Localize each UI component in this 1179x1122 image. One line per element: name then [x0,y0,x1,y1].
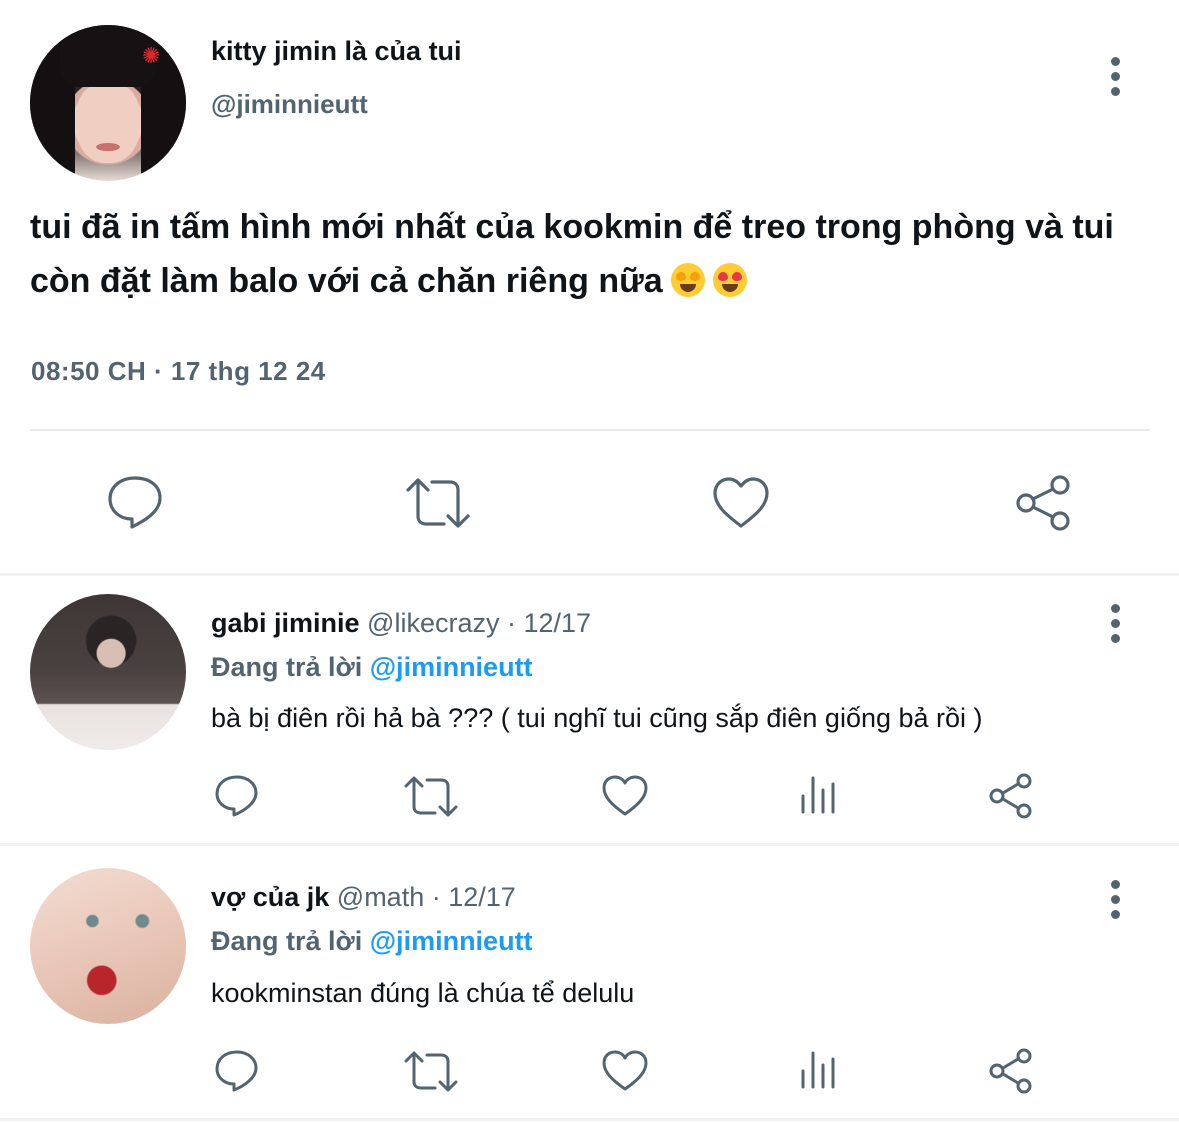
views-icon[interactable] [798,1049,840,1091]
like-icon[interactable] [711,476,771,530]
replying-to: Đang trả lời @jiminnieutt [211,926,533,957]
replying-label: Đang trả lời [211,652,363,682]
more-options-icon[interactable] [1100,602,1130,646]
user-handle[interactable]: @math [337,882,424,912]
tweet-actions [0,470,1179,534]
reply-icon[interactable] [214,1049,260,1093]
retweet-icon[interactable] [404,476,472,530]
display-name[interactable]: vợ của jk [211,882,329,912]
share-icon[interactable] [988,773,1034,819]
reply-tweet: gabi jiminie @likecrazy · 12/17 Đang trả… [0,576,1179,844]
reply-date[interactable]: · 12/17 [432,882,516,912]
heart-eyes-emoji-icon [712,263,747,297]
star-struck-emoji-icon [670,263,705,297]
more-options-icon[interactable] [1100,55,1130,99]
replying-to-handle[interactable]: @jiminnieutt [370,926,533,956]
reply-text: bà bị điên rồi hả bà ??? ( tui nghĩ tui … [211,703,983,733]
reply-date[interactable]: · 12/17 [507,608,591,638]
tweet-body: tui đã in tấm hình mới nhất của kookmin … [30,200,1160,308]
reply-tweet: vợ của jk @math · 12/17 Đang trả lời @ji… [0,846,1179,1122]
share-icon[interactable] [1014,474,1074,532]
display-name[interactable]: kitty jimin là của tui [211,36,462,67]
divider [0,1118,1179,1121]
reply-icon[interactable] [214,774,260,818]
replying-label: Đang trả lời [211,926,363,956]
divider [30,429,1150,431]
reply-icon[interactable] [106,474,164,530]
retweet-icon[interactable] [403,1050,459,1094]
tweet-timestamp[interactable]: 08:50 CH · 17 thg 12 24 [31,356,326,387]
reply-header: gabi jiminie @likecrazy · 12/17 [211,608,591,639]
reply-header: vợ của jk @math · 12/17 [211,882,516,913]
display-name[interactable]: gabi jiminie [211,608,360,638]
user-handle[interactable]: @likecrazy [367,608,499,638]
reply-text: kookminstan đúng là chúa tể delulu [211,978,635,1008]
retweet-icon[interactable] [403,775,459,819]
user-handle[interactable]: @jiminnieutt [211,89,368,120]
views-icon[interactable] [798,774,840,816]
like-icon[interactable] [601,1049,649,1093]
avatar[interactable] [30,868,186,1024]
tweet-text: tui đã in tấm hình mới nhất của kookmin … [30,208,1114,300]
anger-mark-icon: ✺ [142,43,161,68]
replying-to: Đang trả lời @jiminnieutt [211,652,533,683]
avatar[interactable]: ✺ [30,25,186,181]
share-icon[interactable] [988,1048,1034,1094]
replying-to-handle[interactable]: @jiminnieutt [370,652,533,682]
main-tweet: ✺ kitty jimin là của tui @jiminnieutt tu… [0,0,1179,575]
tweet-thread: ✺ kitty jimin là của tui @jiminnieutt tu… [0,0,1179,1122]
like-icon[interactable] [601,774,649,818]
more-options-icon[interactable] [1100,878,1130,922]
avatar[interactable] [30,594,186,750]
